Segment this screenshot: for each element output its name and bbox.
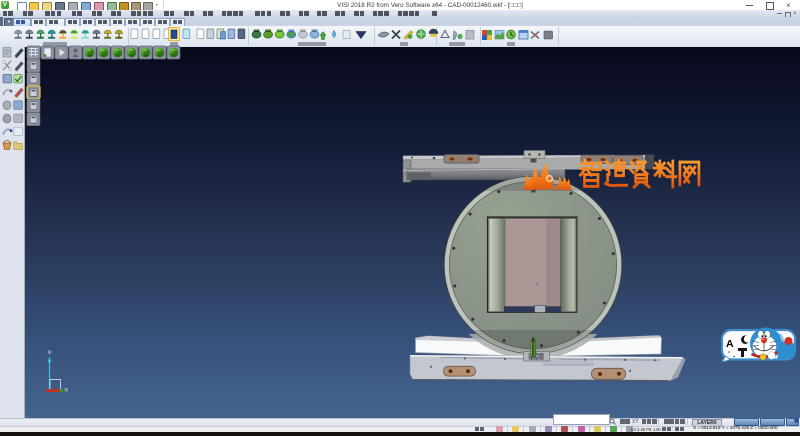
svg-text:A: A — [726, 338, 734, 350]
